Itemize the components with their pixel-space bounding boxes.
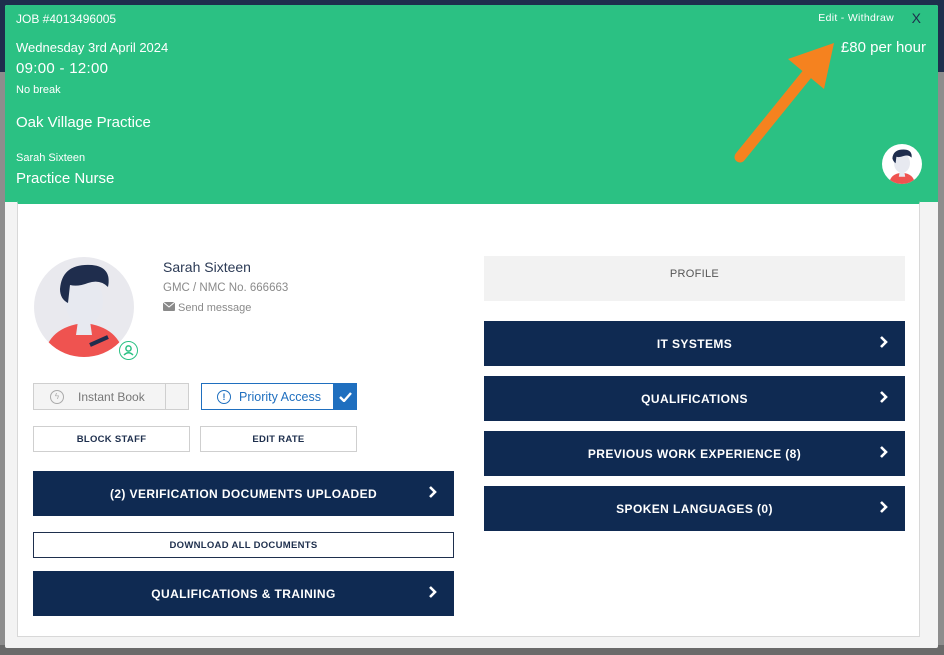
chevron-right-icon bbox=[880, 446, 888, 458]
priority-access-button[interactable]: ! Priority Access bbox=[201, 383, 357, 410]
download-all-documents-button[interactable]: DOWNLOAD ALL DOCUMENTS bbox=[33, 532, 454, 558]
avatar-illustration bbox=[889, 149, 915, 184]
chevron-right-icon bbox=[880, 501, 888, 513]
chevron-right-icon bbox=[880, 391, 888, 403]
practice-name: Oak Village Practice bbox=[16, 114, 151, 131]
job-break: No break bbox=[16, 84, 61, 96]
edit-rate-button[interactable]: EDIT RATE bbox=[200, 426, 357, 452]
job-date: Wednesday 3rd April 2024 bbox=[16, 40, 169, 55]
send-message-link[interactable]: Send message bbox=[162, 301, 252, 314]
chevron-right-icon bbox=[880, 336, 888, 348]
verification-documents-button[interactable]: (2) VERIFICATION DOCUMENTS UPLOADED bbox=[33, 471, 454, 516]
withdraw-link[interactable]: Withdraw bbox=[848, 12, 894, 24]
profile-name: Sarah Sixteen bbox=[163, 259, 251, 275]
annotation-arrow bbox=[734, 43, 834, 163]
background-right bbox=[938, 72, 944, 655]
avatar-illustration-large bbox=[44, 264, 124, 357]
it-systems-label: IT SYSTEMS bbox=[656, 336, 733, 351]
envelope-icon bbox=[162, 301, 176, 314]
qualifications-button[interactable]: QUALIFICATIONS bbox=[484, 376, 905, 421]
previous-work-experience-button[interactable]: PREVIOUS WORK EXPERIENCE (8) bbox=[484, 431, 905, 476]
job-header: JOB #4013496005 Wednesday 3rd April 2024… bbox=[5, 5, 938, 202]
edit-link[interactable]: Edit bbox=[818, 12, 837, 24]
job-modal: JOB #4013496005 Wednesday 3rd April 2024… bbox=[5, 5, 938, 648]
staff-profile-panel: Sarah Sixteen GMC / NMC No. 666663 Send … bbox=[17, 201, 920, 637]
qualifications-label: QUALIFICATIONS bbox=[641, 391, 748, 406]
staff-role: Practice Nurse bbox=[16, 170, 115, 187]
send-message-label: Send message bbox=[178, 302, 252, 314]
block-staff-button[interactable]: BLOCK STAFF bbox=[33, 426, 190, 452]
info-icon: ! bbox=[217, 389, 231, 404]
verification-documents-label: (2) VERIFICATION DOCUMENTS UPLOADED bbox=[109, 486, 378, 501]
priority-access-label: Priority Access bbox=[239, 389, 321, 404]
spoken-languages-label: SPOKEN LANGUAGES (0) bbox=[616, 501, 773, 516]
spoken-languages-button[interactable]: SPOKEN LANGUAGES (0) bbox=[484, 486, 905, 531]
chevron-right-icon bbox=[429, 586, 437, 598]
instant-book-checkbox[interactable] bbox=[165, 384, 188, 409]
close-icon[interactable]: X bbox=[912, 10, 921, 26]
staff-name: Sarah Sixteen bbox=[16, 152, 86, 164]
instant-book-button[interactable]: ϟ Instant Book bbox=[33, 383, 189, 410]
instant-book-label: Instant Book bbox=[78, 389, 145, 404]
qualifications-training-label: QUALIFICATIONS & TRAINING bbox=[151, 586, 336, 601]
bolt-icon: ϟ bbox=[50, 389, 64, 404]
staff-avatar-small[interactable] bbox=[882, 144, 922, 184]
chevron-right-icon bbox=[429, 486, 437, 498]
link-separator: - bbox=[837, 12, 848, 24]
profile-section-header: PROFILE bbox=[484, 256, 905, 301]
staff-avatar bbox=[34, 257, 134, 357]
check-icon[interactable] bbox=[333, 383, 357, 410]
hourly-rate: £80 per hour bbox=[840, 39, 926, 56]
gmc-number: GMC / NMC No. 666663 bbox=[163, 282, 289, 294]
qualifications-training-button[interactable]: QUALIFICATIONS & TRAINING bbox=[33, 571, 454, 616]
edit-withdraw-links: Edit - Withdraw bbox=[818, 12, 894, 24]
user-badge-icon bbox=[119, 341, 138, 360]
job-time: 09:00 - 12:00 bbox=[16, 60, 109, 77]
previous-work-experience-label: PREVIOUS WORK EXPERIENCE (8) bbox=[587, 446, 802, 461]
job-id: JOB #4013496005 bbox=[16, 12, 117, 26]
it-systems-button[interactable]: IT SYSTEMS bbox=[484, 321, 905, 366]
